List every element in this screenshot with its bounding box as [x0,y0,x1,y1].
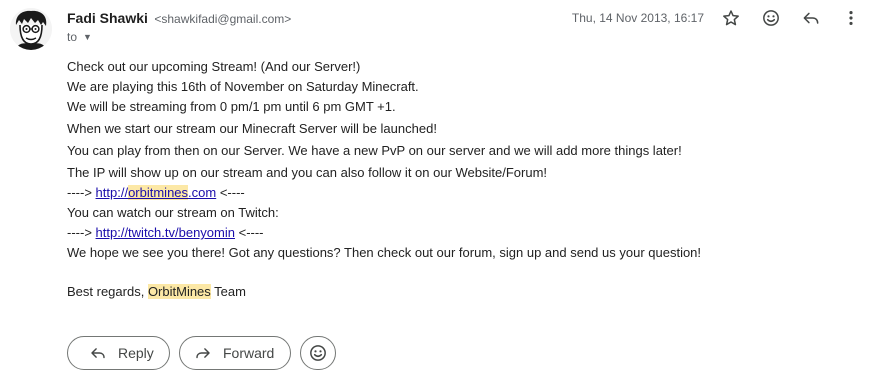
message-date: Thu, 14 Nov 2013, 16:17 [571,11,704,25]
website-link-pre: http:// [95,185,129,200]
signoff-pre: Best regards, [67,284,148,299]
arrow-suffix: <---- [216,185,245,200]
body-line: The IP will show up on our stream and yo… [67,165,548,180]
sender-line: Fadi Shawki <shawkifadi@gmail.com> [67,9,291,28]
body-line: Check out our upcoming Stream! (And our … [67,59,361,74]
arrow-suffix: <---- [234,225,264,240]
arrow-prefix: ----> [67,225,96,240]
sender-name[interactable]: Fadi Shawki [67,10,148,26]
sender-email: <shawkifadi@gmail.com> [154,12,292,26]
website-line: ----> http://orbitmines.com <---- [67,183,701,203]
message-body: Check out our upcoming Stream! (And our … [67,57,701,302]
website-link-highlight: orbitmines [128,185,189,200]
body-line: We are playing this 16th of November on … [67,79,419,94]
arrow-prefix: ----> [67,185,96,200]
body-line: When we start our stream our Minecraft S… [67,121,437,136]
body-line: We will be streaming from 0 pm/1 pm unti… [67,99,396,114]
recipients-toggle[interactable]: to ▼ [67,29,92,45]
header-actions [711,2,871,34]
twitch-line: ----> http://twitch.tv/benyomin <---- [67,223,701,243]
forward-icon [196,348,210,359]
reply-label: Reply [118,345,154,361]
reply-icon [91,348,105,359]
to-label: to [67,30,78,44]
twitch-link[interactable]: http://twitch.tv/benyomin [96,225,235,240]
emoji-icon [310,345,326,361]
reply-icon-button[interactable] [791,2,831,34]
avatar-image [10,8,52,50]
signoff-post: Team [210,284,246,299]
more-options-button[interactable] [831,2,871,34]
more-vert-icon [849,11,853,25]
add-reaction-button[interactable] [751,2,791,34]
signoff-highlight: OrbitMines [147,284,211,299]
email-message: Fadi Shawki <shawkifadi@gmail.com> to ▼ … [0,0,873,390]
reply-icon [803,12,819,24]
body-line: You can play from then on our Server. We… [67,143,682,158]
forward-label: Forward [223,345,275,361]
body-line: We hope we see you there! Got any questi… [67,245,702,260]
chevron-down-icon: ▼ [83,32,92,42]
star-button[interactable] [711,2,751,34]
website-link-post: .com [188,185,217,200]
reply-actions: Reply Forward [67,336,336,370]
avatar[interactable] [10,8,52,50]
reply-button[interactable]: Reply [67,336,170,370]
emoji-reaction-button[interactable] [300,336,336,370]
website-link[interactable]: http://orbitmines.com [95,185,217,200]
body-line: You can watch our stream on Twitch: [67,205,279,220]
signoff-line: Best regards, OrbitMines Team [67,282,701,302]
star-icon [723,10,739,26]
forward-button[interactable]: Forward [179,336,291,370]
emoji-icon [763,10,779,26]
